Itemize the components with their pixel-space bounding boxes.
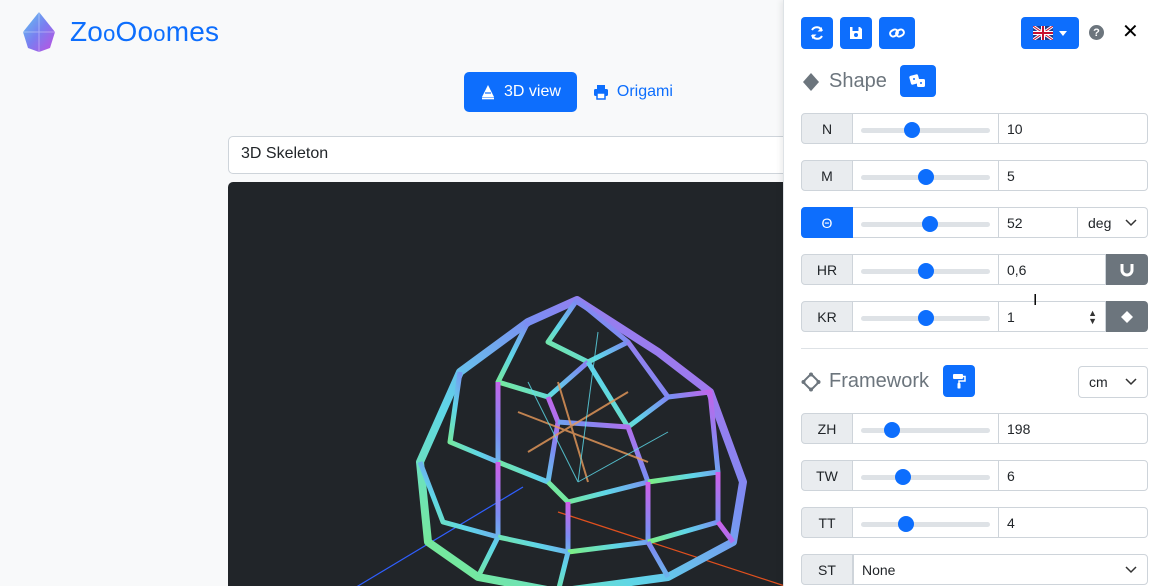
shape-param-row: N 10 [801,113,1148,144]
framework-param-label[interactable]: ST [801,554,853,585]
framework-1-slider-thumb[interactable] [894,469,911,485]
tab-origami[interactable]: Origami [591,72,675,112]
angle-unit-select[interactable]: deg [1078,207,1148,238]
framework-param-row: ZH 198 [801,413,1148,444]
refresh-button[interactable] [801,17,833,49]
angle-unit-value: deg [1088,214,1112,231]
framework-1-slider[interactable] [853,460,998,491]
logo-icon [23,12,55,52]
diamond-icon [803,72,819,91]
framework-param-row: ST None [801,554,1148,585]
framework-1-slider-track [861,475,990,480]
printer-icon [593,85,608,100]
tab-origami-label: Origami [616,83,673,100]
framework-section-title: Framework [801,370,929,393]
skeleton-render [356,296,787,586]
paint-roller-icon [953,374,966,389]
3d-viewport[interactable] [228,182,798,586]
framework-param-row: TW 6 [801,460,1148,491]
shape-param-label[interactable]: Θ [801,207,853,238]
tab-3d-view-label: 3D view [504,83,561,100]
framework-param-label[interactable]: ZH [801,413,853,444]
chevron-down-icon [1125,378,1137,386]
help-icon[interactable]: ? [1089,25,1104,40]
shape-0-slider[interactable] [853,113,998,144]
section-divider [801,348,1148,349]
shape-param-value[interactable]: 0,6 [998,254,1106,285]
random-shape-button[interactable] [900,65,936,97]
shape-param-row: KR 1 ▲ ▼ [801,301,1148,332]
shape-param-row: M5 [801,160,1148,191]
view-tabs: 3D view Origami [464,72,675,112]
model-select[interactable]: 3D Skeleton [228,136,798,174]
framework-type-value: None [862,561,896,578]
dice-icon [909,74,925,87]
framework-0-slider-track [861,428,990,433]
shape-param-value[interactable]: 1 ▲ ▼ [998,301,1106,332]
shape-2-slider[interactable] [853,207,998,238]
text-cursor-icon: Ι [1033,292,1038,309]
framework-param-value[interactable]: 6 [998,460,1148,491]
shape-4-slider[interactable] [853,301,998,332]
magnet-icon [1120,263,1134,276]
save-button[interactable] [840,17,872,49]
link-icon [889,28,905,38]
shape-param-row: HR 0,6 [801,254,1148,285]
framework-param-value[interactable]: 198 [998,413,1148,444]
shape-3-slider[interactable] [853,254,998,285]
shape-section-title: Shape [801,70,887,93]
framework-icon [801,372,821,391]
paint-button[interactable] [943,365,975,397]
cone-icon [482,85,494,100]
shape-param-value[interactable]: 52 [998,207,1078,238]
shape-param-value-text: 1 [1007,308,1015,325]
stepper-icon[interactable]: ▲ ▼ [1088,308,1097,325]
shape-1-slider[interactable] [853,160,998,191]
shape-param-value[interactable]: 5 [998,160,1148,191]
tab-3d-view[interactable]: 3D view [464,72,577,112]
shape-4-slider-thumb[interactable] [917,310,934,326]
shape-param-label[interactable]: KR [801,301,853,332]
share-link-button[interactable] [879,17,915,49]
chevron-down-icon [1125,565,1137,573]
shape-1-slider-thumb[interactable] [917,169,934,185]
floppy-icon [850,27,862,39]
shape-3-slider-thumb[interactable] [917,263,934,279]
caret-down-icon [1059,30,1067,36]
framework-unit-value: cm [1089,374,1108,390]
uk-flag-icon [1033,26,1053,40]
framework-unit-select[interactable]: cm [1078,366,1148,398]
shape-title: Shape [829,70,887,92]
framework-type-select[interactable]: None [853,554,1148,585]
shape-0-slider-thumb[interactable] [903,122,920,138]
framework-2-slider[interactable] [853,507,998,538]
framework-param-label[interactable]: TW [801,460,853,491]
settings-panel: ? ✕ Shape N 10 M 5 Θ 52 deg HR 0,6 KR 1 ▲ ▼ Framewor… [783,0,1158,586]
framework-2-slider-track [861,522,990,527]
magnet-button[interactable] [1106,254,1148,285]
shape-param-label[interactable]: M [801,160,853,191]
chevron-down-icon [1125,218,1137,226]
framework-2-slider-thumb[interactable] [898,516,915,532]
diamond-icon [1121,310,1133,323]
brand[interactable]: ZooOoomes [20,10,219,54]
framework-param-label[interactable]: TT [801,507,853,538]
framework-title: Framework [829,370,930,392]
shape-param-label[interactable]: N [801,113,853,144]
language-dropdown[interactable] [1021,17,1079,49]
shape-param-value[interactable]: 10 [998,113,1148,144]
shape-param-row: Θ 52 deg [801,207,1148,238]
refresh-icon [811,26,823,40]
framework-0-slider[interactable] [853,413,998,444]
framework-param-value[interactable]: 4 [998,507,1148,538]
diamond-button[interactable] [1106,301,1148,332]
framework-0-slider-thumb[interactable] [883,422,900,438]
shape-param-label[interactable]: HR [801,254,853,285]
brand-name: ZooOoomes [70,16,220,47]
shape-2-slider-thumb[interactable] [922,216,939,232]
shape-0-slider-track [861,128,990,133]
framework-param-row: TT 4 [801,507,1148,538]
close-icon[interactable]: ✕ [1122,22,1139,42]
